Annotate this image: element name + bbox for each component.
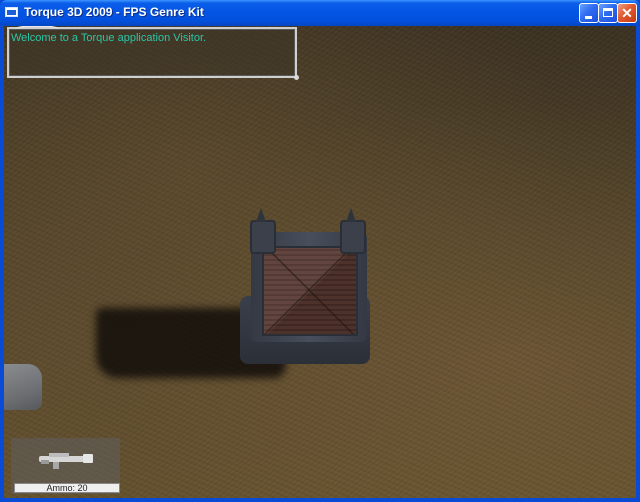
roof-ridge: [262, 246, 356, 334]
rocket-launcher-icon: [39, 453, 93, 469]
tower-spike-right: [346, 208, 356, 222]
title-bar[interactable]: Torque 3D 2009 - FPS Genre Kit ✕: [0, 0, 640, 26]
minimize-icon: [585, 16, 592, 19]
ammo-counter: Ammo: 20: [14, 483, 120, 493]
tower-turret-left: [250, 220, 276, 254]
ammo-label: Ammo: 20: [46, 483, 88, 493]
tower-turret-right: [340, 220, 366, 254]
close-icon: ✕: [621, 5, 633, 21]
chat-hud: Welcome to a Torque application Visitor.: [7, 26, 299, 80]
rock-boulder: [4, 364, 42, 410]
maximize-icon: [603, 8, 613, 17]
window-title: Torque 3D 2009 - FPS Genre Kit: [24, 5, 204, 19]
close-button[interactable]: ✕: [617, 3, 637, 23]
weapon-hud: Ammo: 20: [11, 438, 120, 494]
maximize-button[interactable]: [598, 3, 618, 23]
game-viewport[interactable]: Welcome to a Torque application Visitor.…: [4, 26, 636, 498]
chat-message: Welcome to a Torque application Visitor.: [11, 32, 207, 44]
tower-spike-left: [256, 208, 266, 222]
game-window: Torque 3D 2009 - FPS Genre Kit ✕ Welcome…: [0, 0, 640, 502]
minimize-button[interactable]: [579, 3, 599, 23]
chat-resize-handle[interactable]: [294, 75, 299, 80]
app-icon[interactable]: [5, 7, 18, 17]
